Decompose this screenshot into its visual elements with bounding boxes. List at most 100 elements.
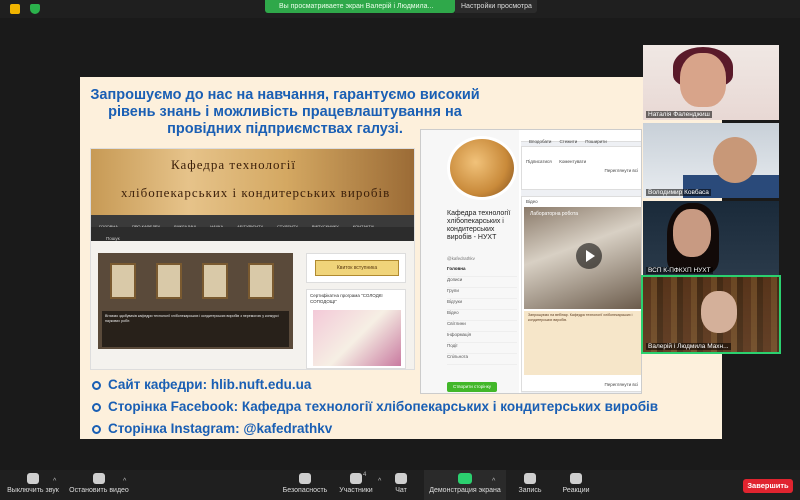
fb-sidebar: Кафедра технології хлібопекарських і кон… <box>421 130 519 393</box>
site-subnav: Пошук <box>91 227 414 241</box>
banner-line-2: хлібопекарських і кондитерських виробів <box>121 185 391 200</box>
website-screenshot: Кафедра технології хлібопекарських і кон… <box>90 148 415 370</box>
video-label: Остановить видео <box>69 487 129 494</box>
participant-name: Валерій і Людмила Махн... <box>646 343 731 350</box>
fb-video-title: Лабораторна робота <box>530 211 578 217</box>
participant-tile-active-speaker[interactable]: Валерій і Людмила Махн... <box>641 275 781 354</box>
fb-video-section: Відео <box>526 199 538 204</box>
meeting-toolbar: Выключить звук ^ Остановить видео ^ Безо… <box>0 470 800 500</box>
record-icon <box>524 473 536 484</box>
fb-menu: Головна Допиcи Групи Відгуки Відео Світл… <box>447 266 517 365</box>
facebook-screenshot: Кафедра технології хлібопекарських і кон… <box>420 129 642 394</box>
share-screen-icon <box>458 473 472 484</box>
fb-menu-item: Групи <box>447 288 517 299</box>
link-row-instagram: Сторінка Instagram: @kafedrathkv <box>92 419 712 441</box>
fb-video-card: Відео Лабораторна робота Запрошуємо на в… <box>521 196 641 392</box>
record-label: Запись <box>518 487 542 494</box>
participant-tile[interactable]: Наталія Фаленджиш <box>643 45 779 120</box>
fb-action: Вподобати <box>529 139 552 144</box>
fb-page-name: Кафедра технології хлібопекарських і кон… <box>447 210 511 241</box>
chevron-up-icon[interactable]: ^ <box>123 478 126 485</box>
participant-name: Володимир Ковбаса <box>646 189 711 196</box>
smiley-icon <box>570 473 582 484</box>
chat-label: Чат <box>395 487 407 494</box>
certificate-image <box>248 263 274 299</box>
bullet-icon <box>92 403 101 412</box>
participant-name: Наталія Фаленджиш <box>646 111 712 118</box>
share-label: Демонстрация экрана <box>429 487 501 494</box>
end-meeting-button[interactable]: Завершить <box>743 479 793 493</box>
ticket-widget: Квиток вступника <box>306 253 406 283</box>
fb-menu-item: Спільнота <box>447 354 517 365</box>
fb-profile-image <box>447 136 517 200</box>
certificate-image <box>202 263 228 299</box>
camera-icon <box>93 473 105 484</box>
link-row-facebook: Сторінка Facebook: Кафедра технології хл… <box>92 397 712 419</box>
link-text: Сторінка Instagram: @kafedrathkv <box>108 421 333 436</box>
view-options-button[interactable]: Настройки просмотра <box>455 0 537 13</box>
participants-label: Участники <box>339 487 373 494</box>
fb-menu-item: Інформація <box>447 332 517 343</box>
chevron-up-icon[interactable]: ^ <box>53 478 56 485</box>
certificate-image <box>156 263 182 299</box>
links-list: Сайт кафедри: hlib.nuft.edu.ua Сторінка … <box>92 375 712 441</box>
link-row-site: Сайт кафедри: hlib.nuft.edu.ua <box>92 375 712 397</box>
lock-icon[interactable] <box>10 4 20 14</box>
fb-menu-item: Допиcи <box>447 277 517 288</box>
fb-video-thumb: Лабораторна робота <box>524 207 641 309</box>
fb-post-text: Запрошуємо на вебінар. Кафедра технологі… <box>528 313 633 322</box>
fb-menu-item: Головна <box>447 266 517 277</box>
slider-caption: Вітаємо здобувачів кафедри технології хл… <box>102 311 289 347</box>
banner-line-1: Кафедра технології <box>171 157 297 172</box>
fb-menu-item: Події <box>447 343 517 354</box>
shield-icon[interactable] <box>30 4 40 14</box>
participant-face <box>680 53 726 107</box>
fb-subscribe: Підписатися Коментувати <box>526 159 587 164</box>
fb-menu-item: Відгуки <box>447 299 517 310</box>
candy-image <box>313 310 401 366</box>
program-widget: Сертифікатна програма "СОЛОДКІ СОПОДОЩІ" <box>306 289 406 369</box>
participant-face <box>701 291 737 333</box>
chevron-up-icon[interactable]: ^ <box>492 478 495 485</box>
fb-feed: Вподобати Стежити Поширити Підписатися Ком… <box>521 130 641 393</box>
participant-face <box>673 209 711 257</box>
participants-button[interactable]: Участники <box>336 473 376 494</box>
ticket-banner: Квиток вступника <box>315 260 399 276</box>
reactions-label: Реакции <box>562 487 590 494</box>
fb-video-area: Лабораторна робота Запрошуємо на вебінар… <box>522 207 641 377</box>
fb-action: Стежити <box>559 139 578 144</box>
microphone-icon <box>27 473 39 484</box>
fb-handle: @kafedrathkv <box>447 256 475 261</box>
top-bar: Вы просматриваете экран Валерій і Людмил… <box>0 0 800 18</box>
security-button[interactable]: Безопасность <box>280 473 330 494</box>
bullet-icon <box>92 425 101 434</box>
shield-icon <box>299 473 311 484</box>
participant-tile[interactable]: Володимир Ковбаса <box>643 123 779 198</box>
participant-name: ВСП К-ПФКХП НУХТ <box>646 267 713 274</box>
chat-icon <box>395 473 407 484</box>
certificate-image <box>110 263 136 299</box>
mute-label: Выключить звук <box>7 487 59 494</box>
chevron-up-icon[interactable]: ^ <box>378 478 381 485</box>
link-text: Сторінка Facebook: Кафедра технології хл… <box>108 399 659 414</box>
reactions-button[interactable]: Реакции <box>557 473 595 494</box>
chat-button[interactable]: Чат <box>388 473 414 494</box>
fb-post-image: Запрошуємо на вебінар. Кафедра технологі… <box>524 311 641 375</box>
fb-menu-item: Відео <box>447 310 517 321</box>
site-body: Вітаємо здобувачів кафедри технології хл… <box>91 241 414 369</box>
fb-subscribe-card: Підписатися Коментувати Переглянути всі <box>521 146 641 190</box>
link-text: Сайт кафедри: hlib.nuft.edu.ua <box>108 377 312 392</box>
screen-share-notice: Вы просматриваете экран Валерій і Людмил… <box>265 0 455 13</box>
play-icon <box>576 243 602 269</box>
fb-see-all: Переглянути всі <box>604 168 639 173</box>
fb-action: Поширити <box>585 139 607 144</box>
people-icon <box>350 473 362 484</box>
security-label: Безопасность <box>282 487 328 494</box>
shared-slide: Запрошуємо до нас на навчання, гарантуєм… <box>80 77 722 439</box>
program-title: Сертифікатна програма "СОЛОДКІ СОПОДОЩІ" <box>310 293 383 304</box>
participant-gallery: Наталія Фаленджиш Володимир Ковбаса ВСП … <box>641 45 781 355</box>
bullet-icon <box>92 381 101 390</box>
record-button[interactable]: Запись <box>512 473 548 494</box>
participant-tile[interactable]: ВСП К-ПФКХП НУХТ <box>643 201 779 276</box>
image-slider: Вітаємо здобувачів кафедри технології хл… <box>98 253 293 349</box>
